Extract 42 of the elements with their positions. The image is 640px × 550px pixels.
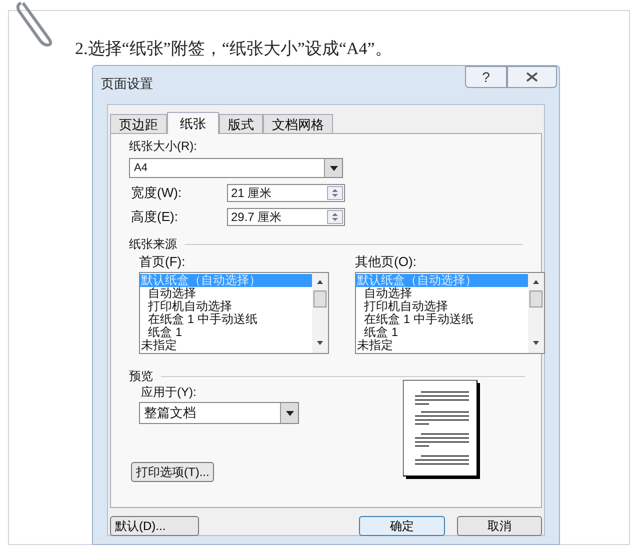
- paper-size-dropdown[interactable]: A4: [129, 158, 343, 178]
- print-options-button[interactable]: 打印选项(T)...: [131, 462, 214, 482]
- tab[interactable]: 纸张: [167, 112, 219, 134]
- list-item[interactable]: 未指定: [140, 339, 312, 352]
- list-item[interactable]: 自动选择: [356, 287, 528, 300]
- height-spin-field[interactable]: 29.7 厘米: [227, 208, 345, 226]
- cancel-button[interactable]: 取消: [457, 516, 542, 536]
- field-label: 其他页(O):: [355, 254, 416, 270]
- list-item[interactable]: 纸盒 1: [356, 326, 528, 339]
- field-label: 纸张大小(R):: [129, 138, 197, 154]
- tab[interactable]: 页边距: [110, 114, 167, 133]
- list-item[interactable]: 未指定: [356, 339, 528, 352]
- paper-tray-listbox[interactable]: 默认纸盒（自动选择） 自动选择 打印机自动选择 在纸盒 1 中手动送纸 纸盒 1 未指定: [139, 272, 329, 354]
- spin-arrows-icon: [327, 210, 343, 224]
- field-label: 首页(F):: [139, 254, 186, 270]
- ok-button[interactable]: 确定: [358, 516, 446, 536]
- list-item[interactable]: 自动选择: [140, 287, 312, 300]
- width-spin-field[interactable]: 21 厘米: [227, 184, 345, 202]
- field-label: 应用于(Y):: [141, 384, 196, 400]
- list-item[interactable]: 在纸盒 1 中手动送纸: [356, 313, 528, 326]
- window-title: 页面设置: [100, 75, 153, 93]
- tab[interactable]: 文档网格: [263, 114, 333, 133]
- apply-to-dropdown[interactable]: 整篇文档: [139, 402, 299, 424]
- instruction-text: 2.选择“纸张”附签，“纸张大小”设成“A4”。: [75, 38, 392, 60]
- field-label: 宽度(W):: [131, 185, 183, 201]
- scrollbar-icon: [312, 273, 328, 353]
- list-item[interactable]: 打印机自动选择: [356, 300, 528, 313]
- help-button[interactable]: ?: [465, 66, 507, 88]
- section-heading: 预览: [129, 368, 153, 384]
- dropdown-arrow-icon: [330, 166, 338, 170]
- tab[interactable]: 版式: [219, 114, 263, 133]
- close-button[interactable]: [507, 66, 557, 88]
- default-button[interactable]: 默认(D)...: [110, 516, 199, 536]
- spin-arrows-icon: [327, 186, 343, 200]
- list-item[interactable]: 打印机自动选择: [140, 300, 312, 313]
- section-heading: 纸张来源: [129, 236, 177, 252]
- list-item[interactable]: 在纸盒 1 中手动送纸: [140, 313, 312, 326]
- field-label: 高度(E):: [131, 209, 179, 225]
- dropdown-arrow-icon: [286, 410, 294, 416]
- list-item[interactable]: 纸盒 1: [140, 326, 312, 339]
- close-icon: [526, 72, 538, 82]
- paper-tray-listbox[interactable]: 默认纸盒（自动选择） 自动选择 打印机自动选择 在纸盒 1 中手动送纸 纸盒 1 未指定: [355, 272, 545, 354]
